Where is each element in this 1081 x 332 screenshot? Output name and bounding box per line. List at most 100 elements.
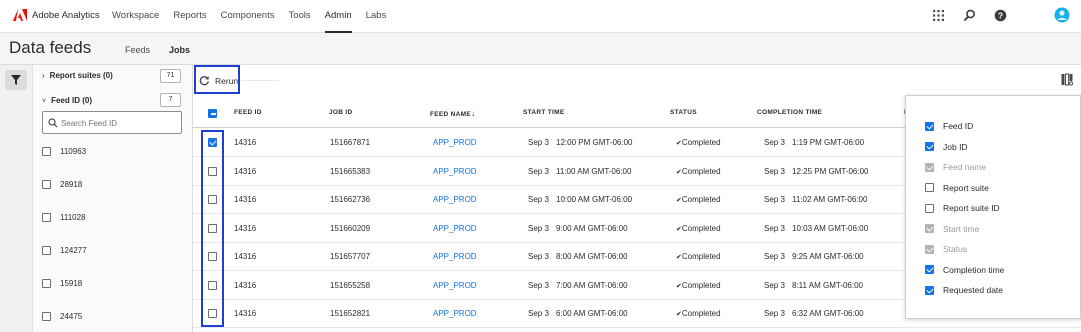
cell-completion-date: Sep 3	[764, 166, 785, 176]
feed-id-search[interactable]	[42, 111, 182, 134]
column-toggle[interactable]: Job ID	[925, 142, 968, 152]
cell-feed-name-link[interactable]: APP_PROD	[433, 252, 477, 261]
cell-completion-date: Sep 3	[764, 309, 785, 318]
tab-feeds[interactable]: Feeds	[125, 45, 150, 55]
filter-toggle-button[interactable]	[5, 70, 27, 90]
cell-start-date: Sep 3	[528, 280, 549, 290]
cell-feed-name-link[interactable]: APP_PROD	[433, 309, 477, 318]
feed-id-option-label: 28918	[60, 180, 83, 189]
chevron-right-icon: ›	[42, 71, 45, 80]
cell-feed-name-link[interactable]: APP_PROD	[433, 281, 477, 290]
column-toggle-checkbox	[925, 244, 934, 254]
app-grid-icon[interactable]	[932, 9, 945, 22]
cell-start-time: 12:00 PM GMT-06:00	[556, 138, 633, 147]
cell-start-time: 8:00 AM GMT-06:00	[556, 252, 628, 261]
nav-reports[interactable]: Reports	[173, 0, 206, 33]
feed-id-option-label: 111028	[60, 213, 86, 222]
col-feed-name-label: FEED NAME	[430, 111, 471, 118]
cell-job-id: 151652821	[330, 309, 371, 318]
feed-id-option-label: 24475	[60, 312, 83, 321]
cell-status-text: Completed	[681, 252, 721, 261]
feed-id-option[interactable]: 15918	[42, 279, 82, 288]
cell-completion-date: Sep 3	[764, 138, 785, 147]
column-toggle-checkbox	[925, 162, 934, 172]
cell-status-text: Completed	[681, 166, 721, 176]
checkbox[interactable]	[42, 279, 51, 288]
column-toggle-checkbox[interactable]	[925, 121, 934, 131]
checkbox[interactable]	[42, 246, 51, 255]
cell-job-id: 151667871	[330, 138, 371, 147]
column-toggle[interactable]: Requested date	[925, 285, 1003, 295]
cell-feed-name-link[interactable]: APP_PROD	[433, 138, 477, 147]
col-feed-name[interactable]: FEED NAME↓	[430, 109, 475, 118]
checkbox[interactable]	[42, 147, 51, 156]
cell-status-text: Completed	[681, 138, 721, 147]
cell-feed-id: 14316	[234, 138, 257, 147]
rerun-label: Rerun	[215, 76, 239, 86]
avatar[interactable]	[1054, 7, 1070, 23]
col-feed-id[interactable]: FEED ID	[234, 109, 262, 116]
column-toggle-checkbox[interactable]	[925, 203, 934, 213]
page-title: Data feeds	[9, 38, 92, 57]
column-toggle[interactable]: Completion time	[925, 265, 1004, 275]
col-completion-time[interactable]: COMPLETION TIME	[757, 109, 822, 116]
column-toggle-label: Start time	[943, 223, 980, 234]
nav-admin[interactable]: Admin	[324, 0, 352, 33]
cell-feed-name-link[interactable]: APP_PROD	[433, 167, 477, 176]
feed-id-option[interactable]: 124277	[42, 246, 87, 255]
column-toggle-label: Report suite ID	[943, 203, 1000, 213]
tab-jobs[interactable]: Jobs	[169, 45, 190, 55]
column-toggle-label: Job ID	[943, 141, 968, 152]
column-toggle-checkbox[interactable]	[925, 183, 934, 192]
col-status[interactable]: STATUS	[670, 109, 697, 116]
feed-id-option[interactable]: 28918	[42, 180, 82, 189]
cell-status-text: Completed	[681, 280, 721, 290]
column-toggle-checkbox[interactable]	[925, 285, 934, 295]
cell-status: ✔Completed	[676, 224, 721, 233]
cell-status: ✔Completed	[676, 309, 721, 318]
column-toggle[interactable]: Report suite ID	[925, 203, 1000, 213]
col-job-id[interactable]: JOB ID	[329, 109, 352, 116]
search-input[interactable]	[61, 116, 179, 130]
cell-start-date: Sep 3	[528, 195, 549, 204]
column-toggle-label: Status	[943, 244, 968, 254]
cell-completion-date: Sep 3	[764, 195, 785, 204]
column-toggle-label: Report suite	[943, 182, 989, 193]
checkbox[interactable]	[42, 180, 51, 189]
page-header: Data feeds Feeds Jobs	[0, 33, 1081, 65]
column-toggle-checkbox[interactable]	[925, 142, 934, 151]
feed-id-filter[interactable]: ˅ Feed ID (0)	[42, 96, 92, 105]
report-suites-filter[interactable]: › Report suites (0)	[42, 71, 113, 80]
feed-id-option[interactable]: 110963	[42, 147, 86, 156]
cell-status: ✔Completed	[676, 138, 721, 147]
column-toggle-checkbox[interactable]	[925, 265, 934, 274]
nav-components[interactable]: Components	[221, 0, 275, 33]
cell-job-id: 151657707	[330, 252, 371, 261]
column-toggle-label: Completion time	[943, 264, 1005, 275]
cell-status-text: Completed	[681, 309, 721, 318]
nav-tools[interactable]: Tools	[288, 0, 310, 33]
cell-feed-name-link[interactable]: APP_PROD	[433, 224, 477, 233]
nav-labs[interactable]: Labs	[366, 0, 387, 33]
checkbox[interactable]	[42, 312, 51, 321]
cell-start-time: 7:00 AM GMT-06:00	[556, 280, 628, 290]
search-icon[interactable]	[963, 9, 976, 22]
feed-id-option[interactable]: 111028	[42, 213, 86, 222]
column-toggle[interactable]: Feed ID	[925, 121, 973, 131]
feed-id-count: 7	[160, 93, 181, 107]
select-all-checkbox[interactable]	[208, 109, 217, 118]
cell-completion-time: 12:25 PM GMT-06:00	[792, 166, 869, 176]
col-start-time[interactable]: START TIME	[523, 109, 565, 116]
help-icon[interactable]: ?	[994, 9, 1007, 22]
filter-rail	[0, 65, 33, 332]
checkbox[interactable]	[42, 213, 51, 222]
column-settings-icon[interactable]	[1061, 73, 1073, 86]
rerun-button[interactable]: Rerun	[194, 65, 240, 94]
brand-name[interactable]: Adobe Analytics	[32, 10, 100, 21]
column-toggle[interactable]: Report suite	[925, 183, 989, 193]
cell-feed-name-link[interactable]: APP_PROD	[433, 195, 477, 204]
nav-workspace[interactable]: Workspace	[112, 0, 159, 33]
adobe-logo-icon[interactable]	[13, 8, 27, 22]
cell-feed-id: 14316	[234, 195, 257, 204]
feed-id-option[interactable]: 24475	[42, 312, 82, 321]
